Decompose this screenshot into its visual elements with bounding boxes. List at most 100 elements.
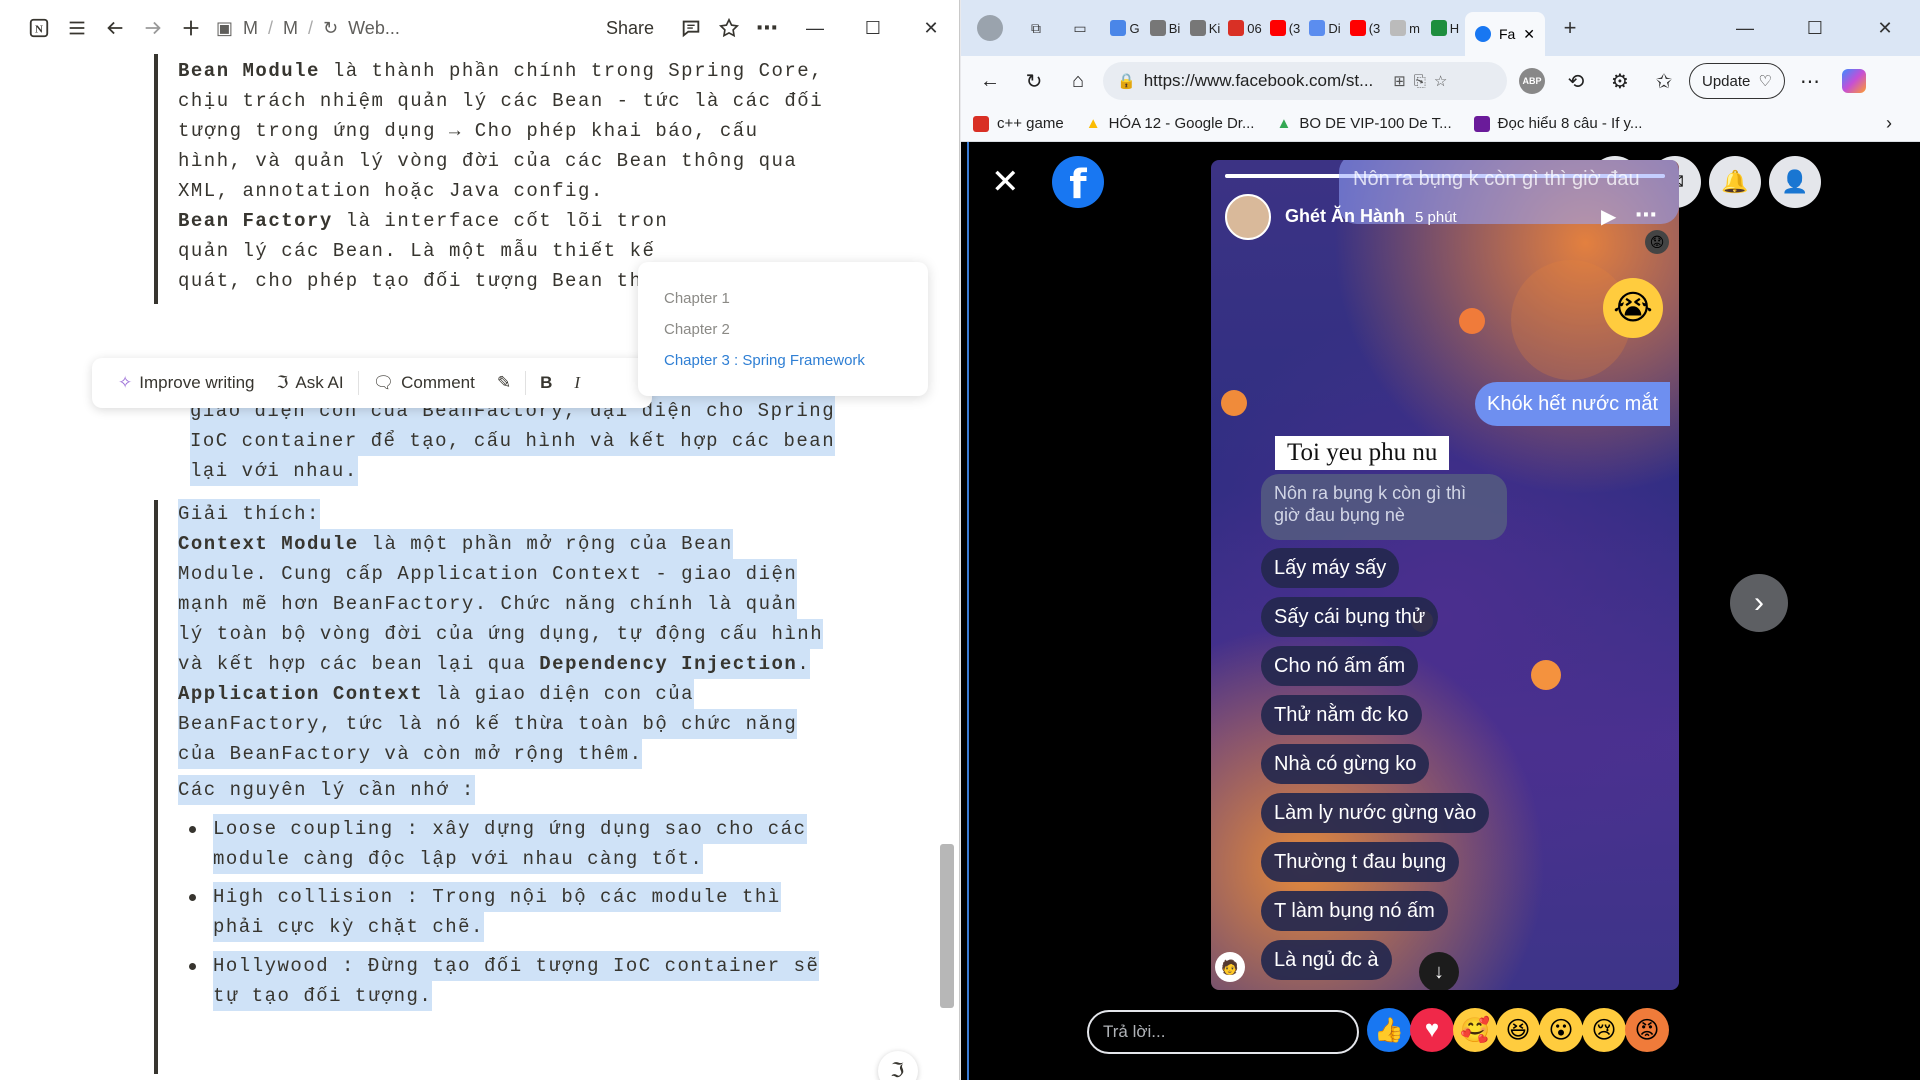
facebook-logo-icon[interactable]: f (1052, 156, 1104, 208)
text-line[interactable]: quát, cho phép tạo đối tượng Bean theo (178, 266, 668, 296)
avatar[interactable] (1225, 194, 1271, 240)
scrollbar[interactable] (940, 844, 954, 1008)
back-arrow-icon[interactable] (96, 9, 134, 47)
close-icon[interactable]: ✕ (1850, 0, 1920, 56)
workspaces-icon[interactable]: ⧉ (1021, 13, 1051, 43)
edit-icon[interactable]: ✎ (489, 367, 519, 399)
chevron-right-icon[interactable]: › (1886, 113, 1892, 134)
text-line[interactable]: Các nguyên lý cần nhớ : (178, 775, 475, 805)
update-button[interactable]: Update ♡ (1689, 63, 1785, 99)
text-line[interactable]: IoC container để tạo, cấu hình và kết hợ… (190, 426, 836, 456)
italic-button[interactable]: I (566, 367, 588, 399)
profile-avatar-icon[interactable] (975, 13, 1005, 43)
story-card[interactable]: Nôn ra bụng k còn gì thì giờ đau Ghét Ăn… (1211, 160, 1679, 990)
reply-input[interactable]: Trả lời... (1087, 1010, 1359, 1054)
care-reaction-icon[interactable]: 🥰 (1453, 1008, 1497, 1052)
text-line[interactable]: Giải thích: (178, 499, 320, 529)
bookmark-item[interactable]: ▲ BO DE VIP-100 De T... (1276, 115, 1451, 132)
text-line[interactable]: tự tạo đối tượng. (213, 981, 433, 1011)
adblock-icon[interactable]: ABP (1513, 62, 1551, 100)
refresh-icon[interactable]: ↻ (1015, 62, 1053, 100)
like-reaction-icon[interactable]: 👍 (1367, 1008, 1411, 1052)
text-line[interactable]: và kết hợp các bean lại qua Dependency I… (178, 649, 811, 679)
bookmark-item[interactable]: Đọc hiểu 8 câu - If y... (1473, 115, 1642, 132)
toc-item-active[interactable]: Chapter 3 : Spring Framework (664, 352, 928, 383)
breadcrumb-item[interactable]: Web... (348, 18, 400, 39)
account-avatar[interactable]: 👤 (1769, 156, 1821, 208)
browser-tab[interactable]: (3 (1345, 9, 1385, 47)
text-line[interactable]: Application Context là giao diện con của (178, 679, 695, 709)
notion-logo-icon[interactable]: N (20, 9, 58, 47)
breadcrumb-item[interactable]: M (283, 18, 298, 39)
close-icon[interactable]: ✕ (902, 0, 959, 56)
text-line[interactable]: Bean Factory là interface cốt lõi tron (178, 206, 668, 236)
browser-tab[interactable]: 06 (1225, 9, 1265, 47)
apps-icon[interactable]: ⊞ (1393, 72, 1406, 90)
notion-ai-icon[interactable]: ℑ (878, 1051, 918, 1080)
menu-icon[interactable] (58, 9, 96, 47)
play-icon[interactable]: ▶ (1601, 204, 1616, 229)
tab-actions-icon[interactable]: ▭ (1065, 13, 1095, 43)
browser-tab[interactable]: m (1385, 9, 1425, 47)
forward-arrow-icon[interactable] (134, 9, 172, 47)
browser-tab[interactable]: H (1425, 9, 1465, 47)
minimize-icon[interactable]: — (786, 0, 844, 56)
breadcrumb-item[interactable]: M (243, 18, 258, 39)
reader-icon[interactable]: ⎘ (1414, 73, 1426, 90)
angry-reaction-icon[interactable]: 😡 (1625, 1008, 1669, 1052)
favorite-star-icon[interactable]: ☆ (1434, 72, 1447, 90)
browser-tab[interactable]: Ki (1185, 9, 1225, 47)
text-line[interactable]: của BeanFactory và còn mở rộng thêm. (178, 739, 643, 769)
haha-reaction-icon[interactable]: 😆 (1496, 1008, 1540, 1052)
toc-item[interactable]: Chapter 2 (664, 321, 928, 352)
text-line[interactable]: lại với nhau. (190, 456, 358, 486)
love-reaction-icon[interactable]: ♥ (1410, 1008, 1454, 1052)
text-line[interactable]: mạnh mẽ hơn BeanFactory. Chức năng chính… (178, 589, 798, 619)
text-line[interactable]: XML, annotation hoặc Java config. (178, 176, 604, 206)
text-line[interactable]: BeanFactory, tức là nó kế thừa toàn bộ c… (178, 709, 798, 739)
more-options-icon[interactable]: ⋯ (748, 9, 786, 47)
bold-button[interactable]: B (532, 367, 560, 399)
browser-tab[interactable]: Bi (1145, 9, 1185, 47)
url-field[interactable]: 🔒 https://www.facebook.com/st... ⊞ ⎘ ☆ (1103, 62, 1507, 100)
favorites-icon[interactable]: ✩ (1645, 62, 1683, 100)
arrow-down-icon[interactable]: ↓ (1419, 952, 1459, 990)
story-user-name[interactable]: Ghét Ăn Hành (1285, 206, 1405, 227)
text-line[interactable]: lý toàn bộ vòng đời của ứng dụng, tự độn… (178, 619, 824, 649)
next-story-chevron-icon[interactable]: › (1730, 574, 1788, 632)
maximize-icon[interactable]: ☐ (844, 0, 902, 56)
minimize-icon[interactable]: — (1710, 0, 1780, 56)
text-line[interactable]: Hollywood : Đừng tạo đối tượng IoC conta… (213, 951, 820, 981)
new-tab-plus-icon[interactable]: + (1555, 13, 1585, 43)
bookmark-item[interactable]: c++ game (973, 115, 1064, 132)
tab-close-icon[interactable]: ✕ (1523, 26, 1535, 43)
text-line[interactable]: Module. Cung cấp Application Context - g… (178, 559, 798, 589)
notifications-bell-icon[interactable]: 🔔 (1709, 156, 1761, 208)
back-arrow-icon[interactable]: ← (971, 62, 1009, 100)
text-line[interactable]: module càng độc lập với nhau càng tốt. (213, 844, 704, 874)
text-line[interactable]: Context Module là một phần mở rộng của B… (178, 529, 733, 559)
browser-tab[interactable]: (3 (1265, 9, 1305, 47)
improve-writing-button[interactable]: ✧ Improve writing (110, 367, 263, 399)
favorite-star-icon[interactable] (710, 9, 748, 47)
text-line[interactable]: Bean Module là thành phần chính trong Sp… (178, 56, 823, 86)
more-options-icon[interactable]: ⋯ (1635, 202, 1657, 228)
text-line[interactable]: chịu trách nhiệm quản lý các Bean - tức … (178, 86, 823, 116)
extensions-icon[interactable]: ⚙ (1601, 62, 1639, 100)
copilot-icon[interactable] (1835, 62, 1873, 100)
browser-tab[interactable]: Di (1305, 9, 1345, 47)
text-line[interactable]: hình, và quản lý vòng đời của các Bean t… (178, 146, 797, 176)
text-line[interactable]: High collision : Trong nội bộ các module… (213, 882, 781, 912)
text-line[interactable]: phải cực kỳ chặt chẽ. (213, 912, 484, 942)
sad-reaction-icon[interactable]: 😢 (1582, 1008, 1626, 1052)
bookmark-item[interactable]: ▲ HÓA 12 - Google Dr... (1086, 115, 1255, 132)
refresh-extension-icon[interactable]: ⟲ (1557, 62, 1595, 100)
text-line[interactable]: tượng trong ứng dụng → Cho phép khai báo… (178, 116, 759, 146)
text-line[interactable]: quản lý các Bean. Là một mẫu thiết kế (178, 236, 655, 266)
toc-item[interactable]: Chapter 1 (664, 290, 928, 321)
browser-tab[interactable]: G (1105, 9, 1145, 47)
wow-reaction-icon[interactable]: 😮 (1539, 1008, 1583, 1052)
new-page-plus-icon[interactable] (172, 9, 210, 47)
close-icon[interactable]: ✕ (991, 162, 1020, 202)
maximize-icon[interactable]: ☐ (1780, 0, 1850, 56)
